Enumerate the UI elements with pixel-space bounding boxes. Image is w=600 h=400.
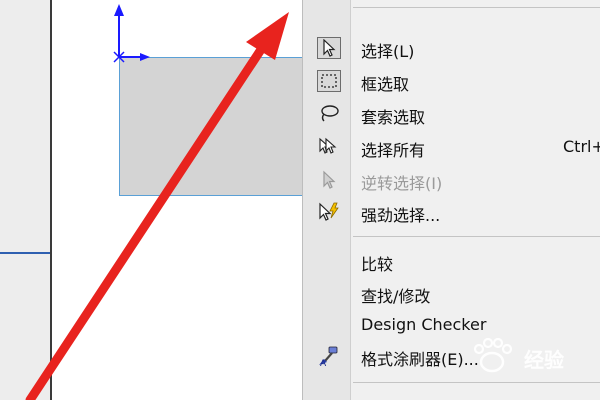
- menu-item-label: Design Checker: [361, 315, 487, 334]
- menu-item-design-checker[interactable]: Design Checker: [303, 311, 600, 339]
- box-select-icon: [317, 70, 341, 92]
- menu-item-label: 选择(L): [361, 42, 415, 61]
- menu-item-compare[interactable]: 比较: [303, 247, 600, 275]
- watermark: 经验: [462, 336, 592, 376]
- menu-item-label: 框选取: [361, 75, 410, 94]
- menu-item-select-all[interactable]: 选择所有 Ctrl+: [303, 133, 600, 161]
- menu-separator: [353, 7, 600, 8]
- menu-item-lasso-select[interactable]: 套索选取: [303, 100, 600, 128]
- invert-selection-icon: [317, 169, 341, 191]
- origin-axis-icon: [113, 4, 150, 63]
- power-select-icon: [317, 201, 341, 223]
- lasso-icon: [317, 103, 341, 125]
- menu-item-label: 逆转选择(I): [361, 174, 443, 193]
- menu-item-power-select[interactable]: 强劲选择...: [303, 198, 600, 226]
- select-all-icon: [317, 136, 341, 158]
- menu-item-label: 比较: [361, 255, 394, 274]
- menu-item-label: 强劲选择...: [361, 206, 441, 225]
- menu-item-select[interactable]: 选择(L): [303, 34, 600, 62]
- paw-logo-icon: [473, 337, 513, 373]
- menu-item-find-modify[interactable]: 查找/修改: [303, 279, 600, 307]
- menu-separator: [353, 236, 600, 237]
- annotation-overlay: [25, 4, 289, 400]
- menu-item-label: 查找/修改: [361, 287, 431, 306]
- menu-item-shortcut: Ctrl+: [563, 137, 600, 156]
- arrow-cursor-icon: [317, 37, 341, 59]
- svg-text:A: A: [320, 359, 327, 367]
- watermark-text: 经验: [524, 348, 564, 372]
- format-painter-icon: A: [317, 345, 341, 367]
- menu-item-box-select[interactable]: 框选取: [303, 67, 600, 95]
- menu-item-label: 套索选取: [361, 108, 426, 127]
- menu-item-invert-selection[interactable]: 逆转选择(I): [303, 166, 600, 194]
- red-annotation-arrow: [25, 12, 289, 400]
- menu-separator: [353, 382, 600, 383]
- menu-item-label: 选择所有: [361, 141, 426, 160]
